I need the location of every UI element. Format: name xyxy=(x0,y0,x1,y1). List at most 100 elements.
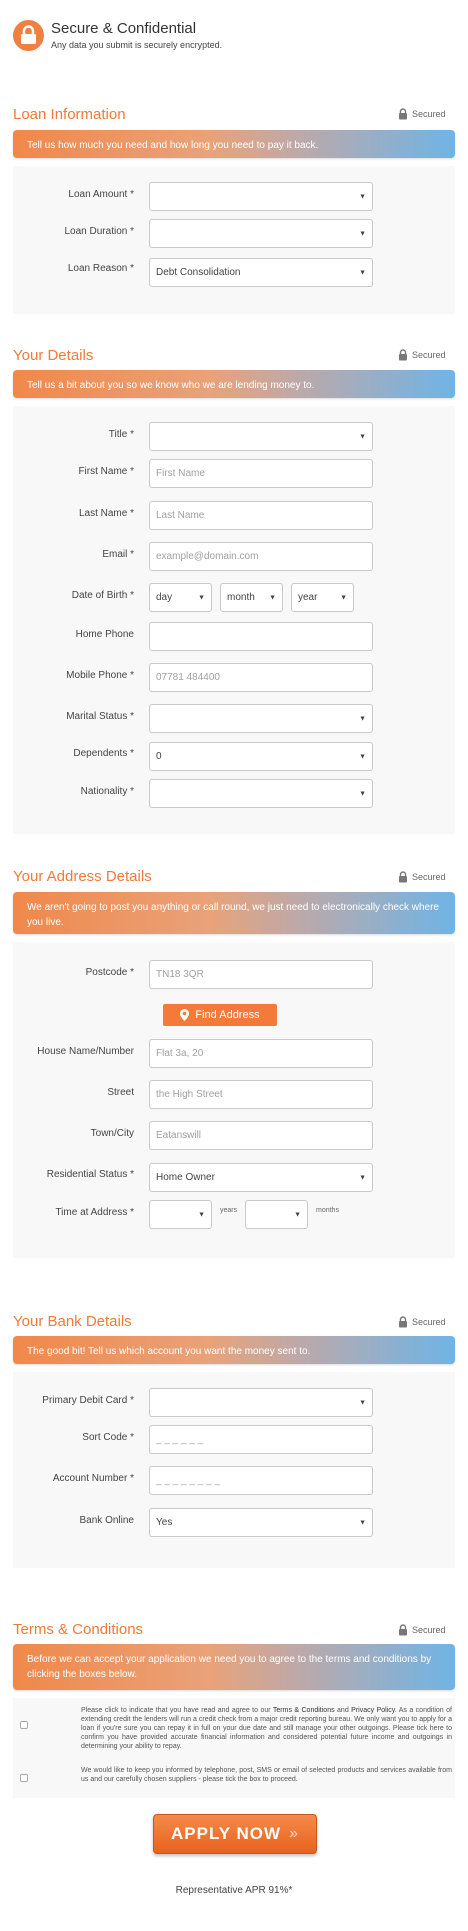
padlock-icon xyxy=(399,871,407,883)
chevron-down-icon: ▼ xyxy=(359,1174,366,1181)
secured-label: Secured xyxy=(412,350,446,360)
dob-day-value: day xyxy=(156,592,173,603)
house-input[interactable]: Flat 3a, 20 xyxy=(149,1039,373,1068)
representative-apr: Representative APR 91%* xyxy=(175,1885,293,1896)
chevron-down-icon: ▼ xyxy=(359,433,366,440)
sort-code-input[interactable]: _ _ _ _ _ _ xyxy=(149,1425,373,1454)
months-unit: months xyxy=(316,1207,339,1214)
sort-code-label: Sort Code * xyxy=(82,1432,134,1443)
find-address-button[interactable]: Find Address xyxy=(163,1004,277,1026)
debit-card-select[interactable]: ▼ xyxy=(149,1388,373,1417)
time-at-address-label: Time at Address * xyxy=(55,1207,134,1218)
secured-label: Secured xyxy=(412,1625,446,1635)
years-unit: years xyxy=(220,1207,238,1214)
street-input[interactable]: the High Street xyxy=(149,1080,373,1109)
bank-banner: The good bit! Tell us which account you … xyxy=(13,1336,455,1364)
chevron-down-icon: ▼ xyxy=(359,1399,366,1406)
dob-year-value: year xyxy=(298,592,318,603)
loan-reason-select[interactable]: Debt Consolidation ▼ xyxy=(149,258,373,287)
loan-amount-select[interactable]: ▼ xyxy=(149,182,373,211)
last-name-input[interactable]: Last Name xyxy=(149,501,373,530)
terms-text-part: and xyxy=(334,1707,352,1714)
dependents-select[interactable]: 0 ▼ xyxy=(149,742,373,771)
first-name-input[interactable]: First Name xyxy=(149,459,373,488)
town-label: Town/City xyxy=(90,1128,134,1139)
bank-online-select[interactable]: Yes ▼ xyxy=(149,1508,373,1537)
loan-reason-label: Loan Reason * xyxy=(67,263,134,274)
lock-badge xyxy=(13,20,44,51)
dob-month-value: month xyxy=(227,592,255,603)
terms-link[interactable]: Terms & Conditions xyxy=(273,1707,335,1714)
mobile-phone-input[interactable]: 07781 484400 xyxy=(149,663,373,692)
postcode-input[interactable]: TN18 3QR xyxy=(149,960,373,989)
chevron-down-icon: ▼ xyxy=(359,1519,366,1526)
secured-indicator: Secured xyxy=(398,871,446,883)
residential-status-value: Home Owner xyxy=(156,1172,215,1183)
time-months-select[interactable]: ▼ xyxy=(245,1200,308,1229)
first-name-label: First Name * xyxy=(78,466,134,477)
chevron-down-icon: ▼ xyxy=(269,594,276,601)
street-label: Street xyxy=(107,1087,134,1098)
address-section-title: Your Address Details xyxy=(13,868,152,885)
terms-section-title: Terms & Conditions xyxy=(13,1621,144,1638)
terms-banner: Before we can accept your application we… xyxy=(13,1644,455,1690)
chevron-down-icon: ▼ xyxy=(359,193,366,200)
secured-label: Secured xyxy=(412,1317,446,1327)
time-years-select[interactable]: ▼ xyxy=(149,1200,212,1229)
header-title: Secure & Confidential xyxy=(51,20,197,37)
dob-month-select[interactable]: month ▼ xyxy=(220,583,283,612)
header-subtitle: Any data you submit is securely encrypte… xyxy=(51,40,223,50)
marketing-consent-text: We would like to keep you informed by te… xyxy=(81,1767,452,1783)
marital-status-label: Marital Status * xyxy=(66,711,134,722)
loan-section-title: Loan Information xyxy=(13,106,126,123)
padlock-icon xyxy=(399,108,407,120)
details-section-title: Your Details xyxy=(13,347,94,364)
lock-icon xyxy=(21,25,36,44)
terms-agreement-text: Please click to indicate that you have r… xyxy=(81,1706,452,1751)
postcode-label: Postcode * xyxy=(85,967,134,978)
secured-label: Secured xyxy=(412,872,446,882)
padlock-icon xyxy=(399,349,407,361)
apply-now-label: APPLY NOW xyxy=(171,1824,282,1843)
nationality-select[interactable]: ▼ xyxy=(149,779,373,808)
home-phone-input[interactable] xyxy=(149,622,373,651)
secured-label: Secured xyxy=(412,109,446,119)
chevron-down-icon: ▼ xyxy=(294,1211,301,1218)
privacy-policy-link[interactable]: Privacy Policy xyxy=(351,1707,395,1714)
marketing-checkbox[interactable] xyxy=(20,1774,28,1782)
padlock-icon xyxy=(399,1316,407,1328)
chevron-down-icon: ▼ xyxy=(359,269,366,276)
loan-duration-select[interactable]: ▼ xyxy=(149,219,373,248)
account-number-input[interactable]: _ _ _ _ _ _ _ _ xyxy=(149,1466,373,1495)
chevron-down-icon: ▼ xyxy=(340,594,347,601)
secured-indicator: Secured xyxy=(398,1316,446,1328)
mobile-phone-label: Mobile Phone * xyxy=(66,670,134,681)
chevron-down-icon: ▼ xyxy=(359,715,366,722)
last-name-label: Last Name * xyxy=(78,508,134,519)
residential-status-select[interactable]: Home Owner ▼ xyxy=(149,1163,373,1192)
town-input[interactable]: Eatanswill xyxy=(149,1121,373,1150)
loan-reason-value: Debt Consolidation xyxy=(156,267,241,278)
marital-status-select[interactable]: ▼ xyxy=(149,704,373,733)
details-banner: Tell us a bit about you so we know who w… xyxy=(13,370,455,398)
debit-card-label: Primary Debit Card * xyxy=(42,1395,134,1406)
title-select[interactable]: ▼ xyxy=(149,422,373,451)
loan-duration-label: Loan Duration * xyxy=(64,226,135,237)
terms-checkbox[interactable] xyxy=(20,1721,28,1729)
bank-online-label: Bank Online xyxy=(79,1515,134,1526)
email-input[interactable]: example@domain.com xyxy=(149,542,373,571)
find-address-label: Find Address xyxy=(195,1009,260,1021)
secured-indicator: Secured xyxy=(398,108,446,120)
nationality-label: Nationality * xyxy=(80,786,134,797)
address-banner: We aren't going to post you anything or … xyxy=(13,892,455,934)
chevron-down-icon: ▼ xyxy=(198,594,205,601)
dob-day-select[interactable]: day ▼ xyxy=(149,583,212,612)
double-chevron-right-icon: » xyxy=(289,1825,299,1842)
map-pin-icon xyxy=(180,1009,190,1021)
apply-now-button[interactable]: APPLY NOW » xyxy=(153,1814,317,1854)
loan-amount-label: Loan Amount * xyxy=(68,189,134,200)
dob-year-select[interactable]: year ▼ xyxy=(291,583,354,612)
terms-text-part: Please click to indicate that you have r… xyxy=(81,1707,273,1714)
email-label: Email * xyxy=(102,549,134,560)
dependents-value: 0 xyxy=(156,751,162,762)
